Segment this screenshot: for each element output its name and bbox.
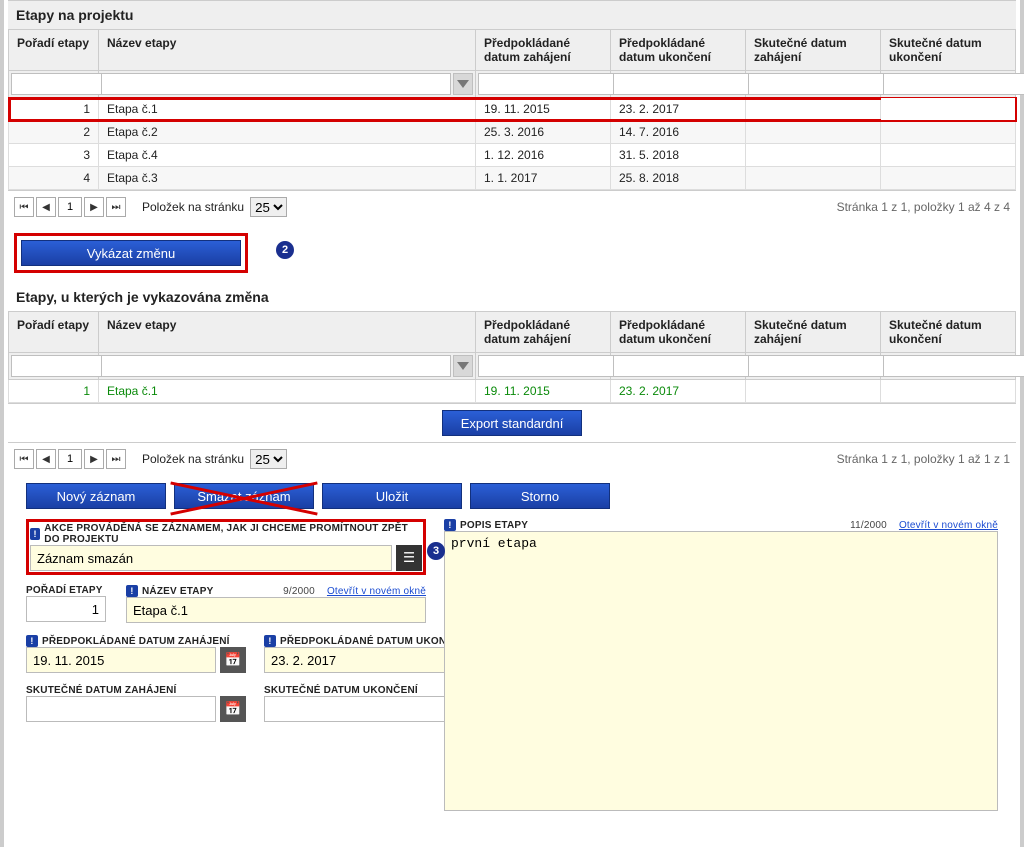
prev-page-icon[interactable]: ◀ [36,197,56,217]
prev-page-icon[interactable]: ◀ [36,449,56,469]
table-row[interactable]: 1Etapa č.119. 11. 201523. 2. 2017 [9,380,1016,403]
required-icon: ! [444,519,456,531]
popis-textarea[interactable] [444,531,998,811]
last-page-icon[interactable]: ⏭ [106,449,126,469]
filter-nazev-2[interactable] [101,355,451,377]
pu-label: PŘEDPOKLÁDANÉ DATUM UKONČENÍ [280,636,471,647]
nazev-input[interactable] [126,597,426,623]
page-number-input[interactable] [58,449,82,469]
table-row[interactable]: 3Etapa č.41. 12. 201631. 5. 2018 [9,144,1016,167]
filter-su-2[interactable] [883,355,1024,377]
table-row[interactable]: 1 Etapa č.1 19. 11. 2015 23. 2. 2017 [9,98,1016,121]
vykazat-highlight: Vykázat změnu [14,233,248,273]
section-title-etapy: Etapy na projektu [8,0,1016,29]
calendar-icon[interactable]: 📅 [220,696,246,722]
next-page-icon[interactable]: ▶ [84,449,104,469]
per-page-select[interactable]: 25 [250,197,287,217]
required-icon: ! [30,528,40,540]
open-new-window-link[interactable]: Otevřít v novém okně [327,586,426,597]
popis-count: 11/2000 [850,520,887,531]
popis-label: POPIS ETAPY [460,520,528,531]
filter-su[interactable] [883,73,1024,95]
required-icon: ! [264,635,276,647]
page-number-input[interactable] [58,197,82,217]
vykazat-zmenu-button[interactable]: Vykázat změnu [21,240,241,266]
pz-label: PŘEDPOKLÁDANÉ DATUM ZAHÁJENÍ [42,636,230,647]
table-row[interactable]: 4Etapa č.31. 1. 201725. 8. 2018 [9,167,1016,190]
pager-bar-2: ⏮ ◀ ▶ ⏭ Položek na stránku 25 Stránka 1 … [8,442,1016,475]
nazev-count: 9/2000 [283,586,315,597]
open-new-window-link[interactable]: Otevřít v novém okně [899,520,998,531]
storno-button[interactable]: Storno [470,483,610,509]
calendar-icon[interactable]: 📅 [220,647,246,673]
pu-input[interactable] [264,647,454,673]
akce-label: AKCE PROVÁDĚNÁ SE ZÁZNAMEM, JAK JI CHCEM… [44,523,422,545]
grid-zmeny: Pořadí etapy Název etapy Předpokládané d… [8,311,1016,403]
poradi-input[interactable] [26,596,106,622]
required-icon: ! [126,585,138,597]
col-nazev[interactable]: Název etapy [99,30,476,71]
cell-pz: 19. 11. 2015 [476,98,611,121]
grid-etapy: Pořadí etapy Název etapy Předpokládané d… [8,29,1016,190]
list-picker-icon[interactable]: ☰ [396,545,422,571]
pager-bar-1: ⏮ ◀ ▶ ⏭ Položek na stránku 25 Stránka 1 … [8,190,1016,223]
section-title-zmeny: Etapy, u kterých je vykazována změna [8,283,1016,311]
export-button[interactable]: Export standardní [442,410,583,436]
col-skut-ukonceni[interactable]: Skutečné datum ukončení [881,30,1016,71]
su-input[interactable] [264,696,454,722]
cell-sz [746,98,881,121]
callout-2: 2 [276,241,294,259]
table-row[interactable]: 2Etapa č.225. 3. 201614. 7. 2016 [9,121,1016,144]
pager-summary: Stránka 1 z 1, položky 1 až 4 z 4 [837,200,1010,214]
filter-icon[interactable] [453,355,473,377]
per-page-label: Položek na stránku [142,452,244,466]
pager-summary: Stránka 1 z 1, položky 1 až 1 z 1 [837,452,1010,466]
pz-input[interactable] [26,647,216,673]
sz-label: SKUTEČNÉ DATUM ZAHÁJENÍ [26,685,246,696]
col-skut-zahajeni[interactable]: Skutečné datum zahájení [746,30,881,71]
per-page-label: Položek na stránku [142,200,244,214]
first-page-icon[interactable]: ⏮ [14,197,34,217]
per-page-select[interactable]: 25 [250,449,287,469]
cell-su [881,98,1016,121]
first-page-icon[interactable]: ⏮ [14,449,34,469]
col-pred-ukonceni[interactable]: Předpokládané datum ukončení [611,30,746,71]
filter-icon[interactable] [453,73,473,95]
required-icon: ! [26,635,38,647]
col-pred-zahajeni[interactable]: Předpokládané datum zahájení [476,30,611,71]
novy-zaznam-button[interactable]: Nový záznam [26,483,166,509]
ulozit-button[interactable]: Uložit [322,483,462,509]
cell-poradi: 1 [9,98,99,121]
filter-nazev[interactable] [101,73,451,95]
last-page-icon[interactable]: ⏭ [106,197,126,217]
cell-nazev: Etapa č.1 [99,98,476,121]
akce-highlight: ! AKCE PROVÁDĚNÁ SE ZÁZNAMEM, JAK JI CHCE… [26,519,426,575]
nazev-label: NÁZEV ETAPY [142,586,213,597]
callout-3: 3 [427,542,445,560]
col-poradi[interactable]: Pořadí etapy [9,30,99,71]
cell-pu: 23. 2. 2017 [611,98,746,121]
sz-input[interactable] [26,696,216,722]
poradi-label: POŘADÍ ETAPY [26,585,114,596]
next-page-icon[interactable]: ▶ [84,197,104,217]
akce-input[interactable] [30,545,392,571]
smazat-zaznam-button[interactable]: Smazat záznam [174,483,314,509]
